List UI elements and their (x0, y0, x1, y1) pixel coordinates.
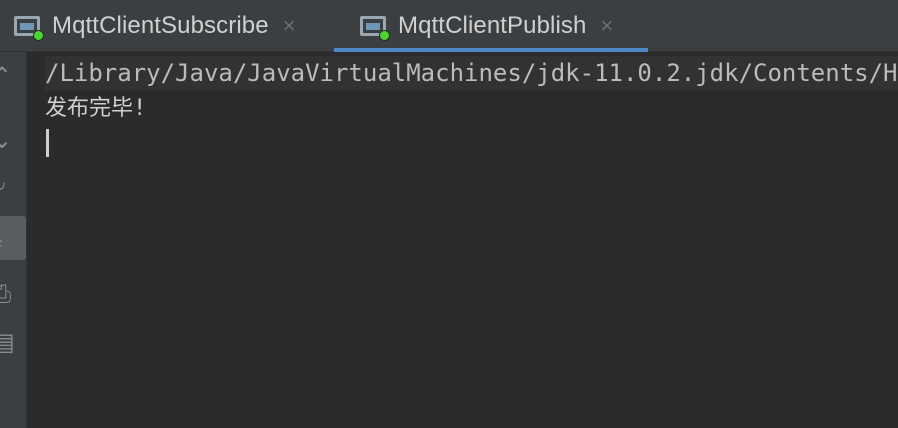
clear-all-icon[interactable]: ▤ (0, 324, 26, 360)
print-icon[interactable]: ⎙ (0, 276, 26, 312)
close-icon[interactable]: × (283, 15, 296, 37)
soft-wrap-icon[interactable]: ⤶ (0, 168, 26, 204)
running-indicator-icon (379, 30, 390, 41)
output-line: 发布完毕! (45, 96, 147, 121)
tab-label: MqttClientSubscribe (52, 12, 269, 39)
run-config-icon (14, 16, 44, 41)
close-icon[interactable]: × (600, 15, 613, 37)
tab-label: MqttClientPublish (398, 12, 587, 39)
console-toolbar: ⌃ ⌄ ⤶ ⤓ ⎙ ▤ (0, 52, 27, 428)
command-line: /Library/Java/JavaVirtualMachines/jdk-11… (45, 56, 898, 90)
run-tab-bar: MqttClientSubscribe × MqttClientPublish … (0, 0, 898, 52)
scroll-to-end-icon[interactable]: ⤓ (0, 216, 26, 260)
tab-mqtt-client-subscribe[interactable]: MqttClientSubscribe × (0, 0, 330, 52)
text-caret (46, 129, 49, 157)
console-output[interactable]: /Library/Java/JavaVirtualMachines/jdk-11… (27, 52, 898, 428)
run-tool-window: MqttClientSubscribe × MqttClientPublish … (0, 0, 898, 428)
running-indicator-icon (33, 30, 44, 41)
tab-mqtt-client-publish[interactable]: MqttClientPublish × (334, 0, 648, 52)
run-config-icon (360, 16, 390, 41)
scroll-down-icon[interactable]: ⌄ (0, 122, 26, 158)
scroll-up-icon[interactable]: ⌃ (0, 58, 26, 94)
